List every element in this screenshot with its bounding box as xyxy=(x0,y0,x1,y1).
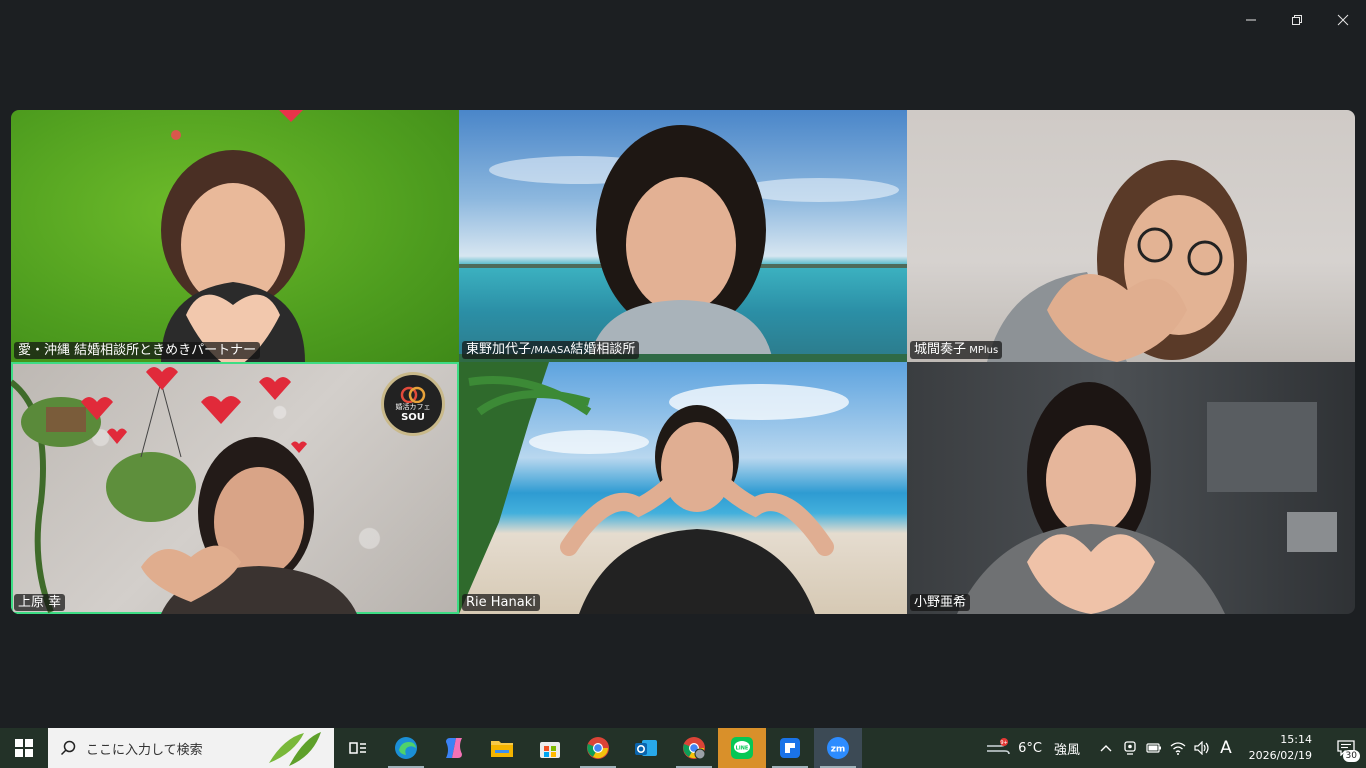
webcam-icon[interactable] xyxy=(1118,728,1142,768)
weather-temp: 6°C xyxy=(1018,740,1042,756)
windows-logo-icon xyxy=(15,739,33,757)
participant-video xyxy=(987,160,1247,362)
restore-icon[interactable] xyxy=(1274,0,1320,40)
minimize-icon[interactable] xyxy=(1228,0,1274,40)
battery-icon[interactable] xyxy=(1142,728,1166,768)
taskbar-search[interactable]: ここに入力して検索 xyxy=(48,728,334,768)
chrome-profile-icon[interactable] xyxy=(670,728,718,768)
leaves-icon xyxy=(269,732,321,766)
zoom-icon-label: zm xyxy=(831,745,846,755)
video-gallery: 愛・沖縄 結婚相談所ときめきパートナー 東野加代子/MAASA結婚相談所 城間奏… xyxy=(11,110,1355,614)
close-icon[interactable] xyxy=(1320,0,1366,40)
chevron-up-icon[interactable] xyxy=(1094,728,1118,768)
weather-badge: 9+ xyxy=(1000,740,1007,746)
app-blue-icon[interactable] xyxy=(766,728,814,768)
chrome-icon[interactable] xyxy=(574,728,622,768)
participant-video xyxy=(459,362,849,614)
video-tile-active-speaker[interactable]: 婚活カフェ SOU 上原 幸 xyxy=(11,362,459,614)
video-tile[interactable]: 城間奏子 MPlus xyxy=(907,110,1355,362)
wifi-icon[interactable] xyxy=(1166,728,1190,768)
participant-name: 上原 幸 xyxy=(14,594,66,611)
participant-name-org: MPlus xyxy=(966,345,999,356)
taskbar: ここに入力して検索 LINE zm 9+ 6°C 強風 A 15:14 2026… xyxy=(0,728,1366,768)
participant-name: 東野加代子/MAASA結婚相談所 xyxy=(462,341,640,359)
video-tile[interactable]: 東野加代子/MAASA結婚相談所 xyxy=(459,110,907,362)
rings-icon xyxy=(400,386,426,403)
task-view-icon[interactable] xyxy=(334,728,382,768)
weather-condition: 強風 xyxy=(1053,742,1080,758)
video-tile[interactable]: 小野亜希 xyxy=(907,362,1355,614)
window-controls xyxy=(1228,0,1366,40)
taskbar-apps: LINE zm xyxy=(334,728,862,768)
participant-name-main: 東野加代子 xyxy=(466,342,532,357)
participant-video xyxy=(459,125,907,362)
ime-indicator[interactable]: A xyxy=(1214,728,1238,768)
clock[interactable]: 15:14 2026/02/19 xyxy=(1248,732,1312,764)
participant-name: 小野亜希 xyxy=(910,594,971,611)
store-icon[interactable] xyxy=(526,728,574,768)
logo-text-bottom: SOU xyxy=(401,411,425,423)
edge-icon[interactable] xyxy=(382,728,430,768)
search-placeholder: ここに入力して検索 xyxy=(86,742,203,758)
video-tile[interactable]: Rie Hanaki xyxy=(459,362,907,614)
logo-badge: 婚活カフェ SOU xyxy=(381,372,445,436)
participant-name-main: 城間奏子 xyxy=(914,342,967,357)
volume-icon[interactable] xyxy=(1190,728,1214,768)
weather-widget[interactable]: 9+ 6°C 強風 xyxy=(986,738,1080,758)
participant-name: Rie Hanaki xyxy=(462,594,540,611)
participant-video xyxy=(957,382,1337,614)
participant-name-org: /MAASA xyxy=(531,345,571,356)
notification-icon[interactable]: 30 xyxy=(1326,728,1366,768)
participant-video xyxy=(161,110,305,362)
zoom-window: 愛・沖縄 結婚相談所ときめきパートナー 東野加代子/MAASA結婚相談所 城間奏… xyxy=(0,0,1366,768)
outlook-icon[interactable] xyxy=(622,728,670,768)
logo-text-top: 婚活カフェ xyxy=(395,402,431,411)
participant-name: 愛・沖縄 結婚相談所ときめきパートナー xyxy=(14,342,261,359)
participant-name-tail: 結婚相談所 xyxy=(570,342,636,357)
file-explorer-icon[interactable] xyxy=(478,728,526,768)
video-tile[interactable]: 愛・沖縄 結婚相談所ときめきパートナー xyxy=(11,110,459,362)
wind-icon: 9+ xyxy=(987,738,1010,755)
line-icon-label: LINE xyxy=(736,746,749,752)
notification-count: 30 xyxy=(1342,750,1360,762)
participant-name: 城間奏子 MPlus xyxy=(910,341,1003,359)
zoom-icon[interactable]: zm xyxy=(814,728,862,768)
copilot-icon[interactable] xyxy=(430,728,478,768)
windows-start-button[interactable] xyxy=(0,728,48,768)
line-icon[interactable]: LINE xyxy=(718,728,766,768)
search-icon xyxy=(60,740,76,756)
system-tray: 9+ 6°C 強風 A 15:14 2026/02/19 30 xyxy=(986,728,1366,768)
clock-date: 2026/02/19 xyxy=(1248,749,1312,762)
clock-time: 15:14 xyxy=(1280,733,1312,746)
